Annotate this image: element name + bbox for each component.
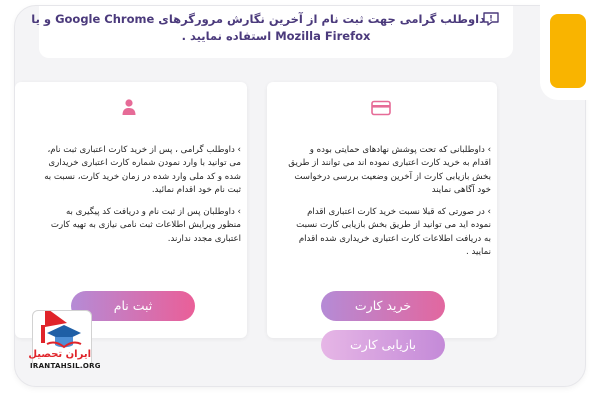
purchase-info-paragraph-1: › داوطلبانی که تحت پوشش نهادهای حمایتی ب… xyxy=(288,144,491,198)
text-line: خود آگاهی نمایند xyxy=(431,185,491,196)
notice-text-line-1: داوطلب گرامی جهت ثبت نام از آخرین نگارش … xyxy=(31,12,485,26)
logo-url-text: IRANTAHSIL.ORG xyxy=(30,362,101,370)
corner-tab xyxy=(540,0,596,100)
text-line: اعتباری مجدد ندارند. xyxy=(167,233,241,244)
page-frame: داوطلب گرامی جهت ثبت نام از آخرین نگارش … xyxy=(14,5,586,387)
register-info-paragraph-1: › داوطلب گرامی ، پس از خرید کارت اعتباری… xyxy=(44,144,241,198)
logo-brand-text: ایران تحصیل xyxy=(28,349,91,360)
credit-card-icon xyxy=(371,100,391,116)
text-line: به دریافت اطلاعات کارت اعتباری خریداری ش… xyxy=(298,233,491,244)
text-line: › داوطلبانی که تحت پوشش نهادهای حمایتی ب… xyxy=(309,145,491,155)
text-line: می توانید با وارد نمودن شماره کارت اعتبا… xyxy=(48,158,241,169)
register-info-paragraph-2: › داوطلبان پس از ثبت نام و دریافت کد پیگ… xyxy=(51,206,241,246)
notice-text-line-2: Mozilla Firefox استفاده نمایید . xyxy=(181,29,371,43)
browser-notice: داوطلب گرامی جهت ثبت نام از آخرین نگارش … xyxy=(31,6,513,58)
yellow-accent-block xyxy=(550,14,586,88)
text-line: › داوطلبان پس از ثبت نام و دریافت کد پیگ… xyxy=(65,207,241,217)
purchase-info-paragraph-2: › در صورتی که قبلا نسبت خرید کارت اعتبار… xyxy=(296,206,491,260)
text-line: ثبت نام خود اقدام نمائید. xyxy=(151,185,241,196)
text-line: منظور ویرایش اطلاعات ثبت نامی نیازی به ت… xyxy=(50,220,241,231)
recover-card-button[interactable]: بازیابی کارت xyxy=(321,330,445,360)
text-line: بخش بازیابی کارت از آخرین وضعیت بررسی در… xyxy=(294,171,491,182)
site-logo: ایران تحصیل xyxy=(28,310,92,368)
text-line: › داوطلب گرامی ، پس از خرید کارت اعتباری… xyxy=(47,145,241,155)
register-card: › داوطلب گرامی ، پس از خرید کارت اعتباری… xyxy=(15,82,247,338)
text-line: › در صورتی که قبلا نسبت خرید کارت اعتبار… xyxy=(307,207,491,217)
buy-card-button[interactable]: خرید کارت xyxy=(321,291,445,321)
text-line: شده و کد ملی وارد شده در زمان خرید کارت،… xyxy=(44,171,241,182)
text-line: نمایید . xyxy=(466,247,491,258)
text-line: اقدام به خرید کارت اعتباری نموده اند می … xyxy=(288,158,491,169)
text-line: نموده اید می توانید از طریق بخش بازیابی … xyxy=(296,220,491,231)
message-alert-icon xyxy=(483,12,499,26)
purchase-card: › داوطلبانی که تحت پوشش نهادهای حمایتی ب… xyxy=(267,82,497,360)
user-icon xyxy=(122,99,136,115)
